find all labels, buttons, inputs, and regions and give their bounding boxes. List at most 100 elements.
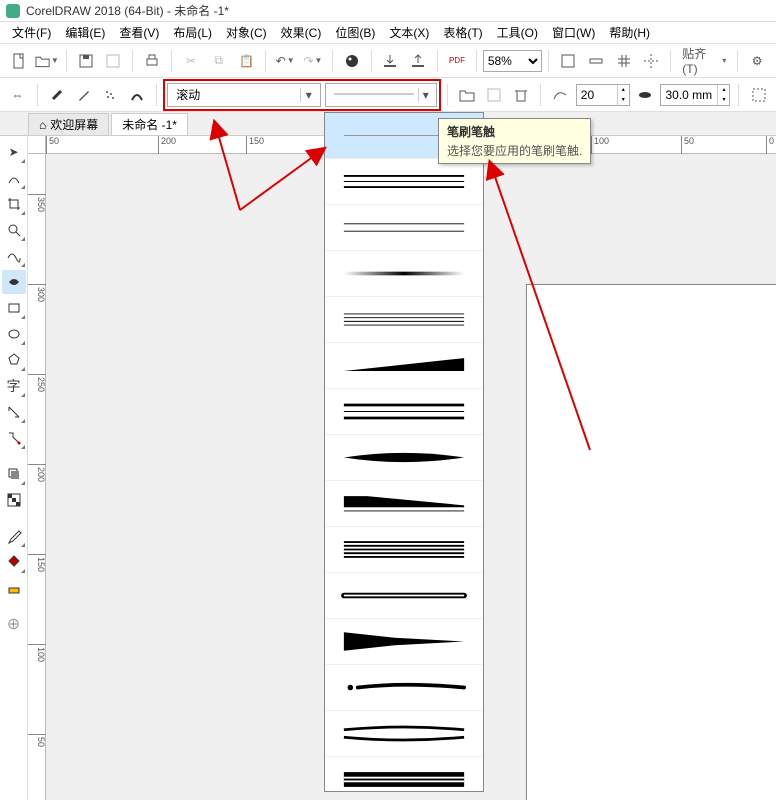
menu-edit[interactable]: 编辑(E) bbox=[59, 22, 111, 43]
menu-file[interactable]: 文件(F) bbox=[6, 22, 57, 43]
tooltip-title: 笔刷笔触 bbox=[447, 123, 582, 140]
zoom-level[interactable]: 58% bbox=[483, 50, 542, 72]
chevron-down-icon: ▾ bbox=[418, 88, 432, 102]
save-brush-button[interactable] bbox=[483, 82, 506, 108]
add-tool[interactable]: ⊕ bbox=[2, 612, 26, 636]
brush-stroke-item[interactable] bbox=[325, 711, 483, 757]
shape-tool[interactable] bbox=[2, 166, 26, 190]
import-button[interactable] bbox=[378, 48, 404, 74]
show-grid-button[interactable] bbox=[611, 48, 637, 74]
brush-category-value: 滚动 bbox=[172, 86, 300, 103]
brush-stroke-item[interactable] bbox=[325, 573, 483, 619]
stroke-width-icon bbox=[634, 82, 657, 108]
parallel-dimension-tool[interactable] bbox=[2, 400, 26, 424]
open-button[interactable]: ▼ bbox=[34, 48, 60, 74]
standard-toolbar: ▼ ✂ ⧉ 📋 ↶▼ ↷▼ PDF 58% 贴齐(T)▾ ⚙ bbox=[0, 44, 776, 78]
brush-stroke-item[interactable] bbox=[325, 389, 483, 435]
preset-tool-1[interactable] bbox=[46, 82, 69, 108]
menu-view[interactable]: 查看(V) bbox=[113, 22, 165, 43]
brush-stroke-item[interactable] bbox=[325, 205, 483, 251]
eyedropper-tool[interactable] bbox=[2, 524, 26, 548]
crop-tool[interactable] bbox=[2, 192, 26, 216]
highlighted-brush-controls: 滚动 ▾ ▾ bbox=[165, 81, 439, 109]
freehand-smoothing-icon bbox=[549, 82, 572, 108]
menu-bitmap[interactable]: 位图(B) bbox=[329, 22, 381, 43]
publish-pdf-button[interactable]: PDF bbox=[444, 48, 470, 74]
menu-bar: 文件(F) 编辑(E) 查看(V) 布局(L) 对象(C) 效果(C) 位图(B… bbox=[0, 22, 776, 44]
text-tool[interactable]: 字 bbox=[2, 374, 26, 398]
interactive-fill-tool[interactable] bbox=[2, 550, 26, 574]
smoothing-input[interactable]: ▴▾ bbox=[576, 84, 630, 106]
brush-stroke-item[interactable] bbox=[325, 481, 483, 527]
browse-button[interactable] bbox=[456, 82, 479, 108]
brush-stroke-item[interactable] bbox=[325, 297, 483, 343]
vertical-ruler[interactable]: 35030025020015010050 bbox=[28, 154, 46, 800]
polygon-tool[interactable] bbox=[2, 348, 26, 372]
brush-stroke-item[interactable] bbox=[325, 251, 483, 297]
property-bar: ⇔ 滚动 ▾ ▾ ▴▾ ▴▾ bbox=[0, 78, 776, 112]
drop-shadow-tool[interactable] bbox=[2, 462, 26, 486]
window-title: CorelDRAW 2018 (64-Bit) - 未命名 -1* bbox=[26, 2, 229, 19]
smoothing-value[interactable] bbox=[577, 88, 617, 102]
brush-stroke-item[interactable] bbox=[325, 665, 483, 711]
pick-tool[interactable]: ➤ bbox=[2, 140, 26, 164]
chevron-down-icon: ▾ bbox=[300, 88, 316, 102]
brush-stroke-combo[interactable]: ▾ bbox=[325, 83, 437, 107]
brush-stroke-list[interactable] bbox=[324, 112, 484, 792]
zoom-tool[interactable] bbox=[2, 218, 26, 242]
export-button[interactable] bbox=[405, 48, 431, 74]
new-button[interactable] bbox=[6, 48, 32, 74]
toolbox: ➤ 字 ⊕ bbox=[0, 136, 28, 800]
connector-tool[interactable] bbox=[2, 426, 26, 450]
copy-button[interactable]: ⧉ bbox=[206, 48, 232, 74]
show-rulers-button[interactable] bbox=[583, 48, 609, 74]
brush-stroke-item[interactable] bbox=[325, 619, 483, 665]
show-guides-button[interactable] bbox=[639, 48, 665, 74]
menu-effect[interactable]: 效果(C) bbox=[275, 22, 328, 43]
transparency-tool[interactable] bbox=[2, 488, 26, 512]
brush-stroke-item[interactable] bbox=[325, 343, 483, 389]
app-logo-icon bbox=[6, 4, 20, 18]
save-button[interactable] bbox=[73, 48, 99, 74]
bounding-box-button[interactable] bbox=[747, 82, 770, 108]
document-tab[interactable]: 未命名 -1* bbox=[111, 113, 188, 135]
snap-to-button[interactable]: 贴齐(T)▾ bbox=[677, 48, 731, 74]
undo-button[interactable]: ↶▼ bbox=[272, 48, 298, 74]
menu-layout[interactable]: 布局(L) bbox=[167, 22, 218, 43]
sprayer-tool-button[interactable] bbox=[99, 82, 122, 108]
menu-tools[interactable]: 工具(O) bbox=[491, 22, 544, 43]
brush-stroke-item[interactable] bbox=[325, 527, 483, 573]
cut-button[interactable]: ✂ bbox=[178, 48, 204, 74]
menu-text[interactable]: 文本(X) bbox=[383, 22, 435, 43]
brush-category-combo[interactable]: 滚动 ▾ bbox=[167, 83, 321, 107]
save-as-button[interactable] bbox=[101, 48, 127, 74]
artistic-media-tool[interactable] bbox=[2, 270, 26, 294]
tooltip: 笔刷笔触 选择您要应用的笔刷笔触. bbox=[438, 118, 591, 164]
delete-brush-button[interactable] bbox=[510, 82, 533, 108]
ellipse-tool[interactable] bbox=[2, 322, 26, 346]
freehand-tool[interactable] bbox=[2, 244, 26, 268]
calligraphic-tool-button[interactable] bbox=[126, 82, 149, 108]
title-bar: CorelDRAW 2018 (64-Bit) - 未命名 -1* bbox=[0, 0, 776, 22]
search-button[interactable] bbox=[339, 48, 365, 74]
welcome-tab[interactable]: ⌂ 欢迎屏幕 bbox=[28, 113, 109, 135]
options-button[interactable]: ⚙ bbox=[744, 48, 770, 74]
paste-button[interactable]: 📋 bbox=[234, 48, 260, 74]
rectangle-tool[interactable] bbox=[2, 296, 26, 320]
stroke-width-value[interactable] bbox=[661, 88, 717, 102]
menu-help[interactable]: 帮助(H) bbox=[603, 22, 656, 43]
brush-stroke-item[interactable] bbox=[325, 159, 483, 205]
smart-fill-tool[interactable] bbox=[2, 576, 26, 600]
mirror-h-button[interactable]: ⇔ bbox=[6, 82, 29, 108]
menu-object[interactable]: 对象(C) bbox=[220, 22, 273, 43]
fullscreen-button[interactable] bbox=[555, 48, 581, 74]
redo-button[interactable]: ↷▼ bbox=[300, 48, 326, 74]
brush-stroke-item[interactable] bbox=[325, 757, 483, 792]
stroke-width-input[interactable]: ▴▾ bbox=[660, 84, 730, 106]
print-button[interactable] bbox=[139, 48, 165, 74]
menu-window[interactable]: 窗口(W) bbox=[546, 22, 601, 43]
brush-tool-button[interactable] bbox=[72, 82, 95, 108]
ruler-origin[interactable] bbox=[28, 136, 46, 154]
brush-stroke-item[interactable] bbox=[325, 435, 483, 481]
menu-table[interactable]: 表格(T) bbox=[437, 22, 488, 43]
